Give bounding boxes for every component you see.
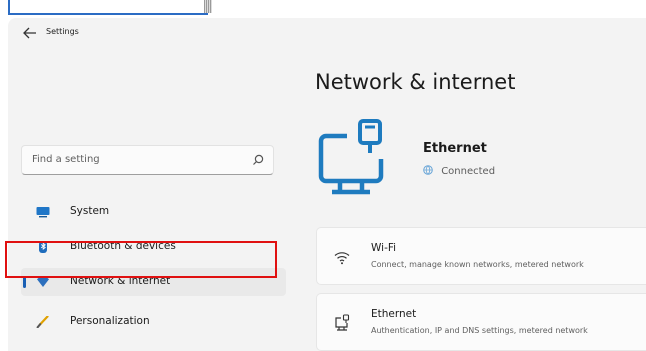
- sidebar-item-personalization[interactable]: Personalization: [21, 308, 286, 336]
- search-input[interactable]: Find a setting: [21, 145, 274, 175]
- top-box: [8, 0, 208, 15]
- title-bar: Settings: [8, 18, 646, 48]
- card-subtitle: Connect, manage known networks, metered …: [371, 260, 584, 269]
- globe-icon: [423, 165, 433, 175]
- app-title: Settings: [46, 27, 79, 36]
- card-subtitle: Authentication, IP and DNS settings, met…: [371, 326, 588, 335]
- sidebar-item-label: Network & internet: [70, 275, 171, 287]
- back-arrow-icon[interactable]: [22, 26, 38, 40]
- ethernet-card[interactable]: Ethernet Authentication, IP and DNS sett…: [316, 293, 646, 351]
- bluetooth-icon: [39, 241, 47, 253]
- sidebar-item-label: Bluetooth & devices: [70, 240, 176, 252]
- wifi-icon: [334, 252, 350, 265]
- card-title: Wi-Fi: [371, 242, 397, 254]
- brush-icon: [36, 316, 49, 328]
- sidebar-item-label: System: [70, 205, 110, 217]
- sidebar-item-bluetooth-devices[interactable]: Bluetooth & devices: [21, 233, 286, 261]
- status-text: Connected: [441, 166, 496, 177]
- sidebar-item-system[interactable]: System: [21, 198, 286, 226]
- wifi-card[interactable]: Wi-Fi Connect, manage known networks, me…: [316, 227, 646, 285]
- sidebar-item-network-internet[interactable]: Network & internet: [21, 268, 286, 296]
- search-placeholder: Find a setting: [32, 154, 100, 165]
- settings-window: Settings Find a setting System Bluetooth…: [8, 18, 646, 351]
- ethernet-icon: [335, 314, 350, 331]
- connection-name: Ethernet: [423, 141, 487, 156]
- active-indicator: [23, 276, 26, 288]
- monitor-icon: [36, 207, 50, 218]
- sidebar-item-label: Personalization: [70, 315, 150, 327]
- top-strip: [0, 0, 646, 18]
- page-title: Network & internet: [315, 70, 516, 94]
- connection-status: Connected: [423, 165, 495, 177]
- ethernet-computer-icon: [318, 119, 384, 195]
- wifi-icon: [37, 276, 49, 287]
- card-title: Ethernet: [371, 308, 417, 320]
- search-icon[interactable]: [252, 154, 264, 166]
- grip-pattern: [204, 0, 212, 13]
